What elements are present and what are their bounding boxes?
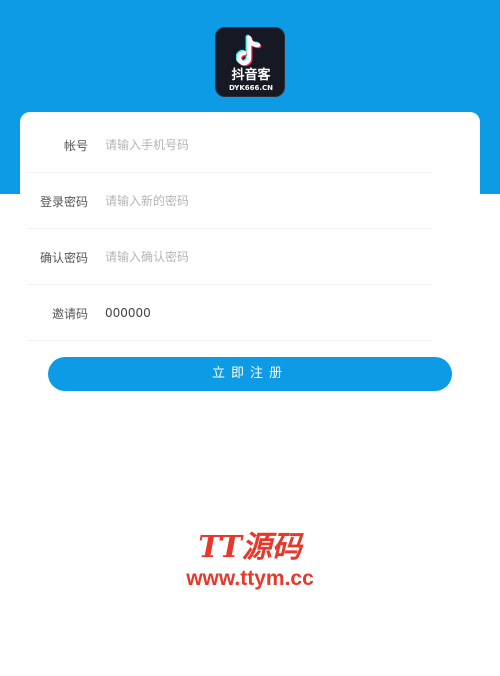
password-row: 登录密码 (28, 173, 432, 229)
confirm-password-input[interactable] (105, 242, 425, 272)
watermark-title: TT源码 (198, 530, 302, 565)
password-input[interactable] (105, 186, 425, 216)
logo-name-cn: 抖音客 (231, 68, 271, 83)
watermark: TT源码 www.ttym.cc (160, 530, 340, 600)
confirm-password-row: 确认密码 (28, 229, 432, 285)
confirm-password-label: 确认密码 (39, 251, 88, 265)
logo-name-en: DYK666.CN (228, 84, 274, 92)
account-row: 帐号 (28, 117, 432, 173)
account-input[interactable] (105, 130, 425, 160)
invite-code-row: 邀请码 (28, 285, 432, 341)
register-button[interactable]: 立即注册 (48, 357, 452, 391)
app-logo: 抖音客 DYK666.CN (215, 27, 285, 97)
password-label: 登录密码 (39, 195, 88, 209)
invite-code-input[interactable] (105, 298, 425, 328)
watermark-url: www.ttym.cc (186, 567, 314, 590)
invite-code-label: 邀请码 (51, 307, 88, 321)
music-note-icon (236, 34, 262, 67)
account-label: 帐号 (63, 139, 88, 153)
